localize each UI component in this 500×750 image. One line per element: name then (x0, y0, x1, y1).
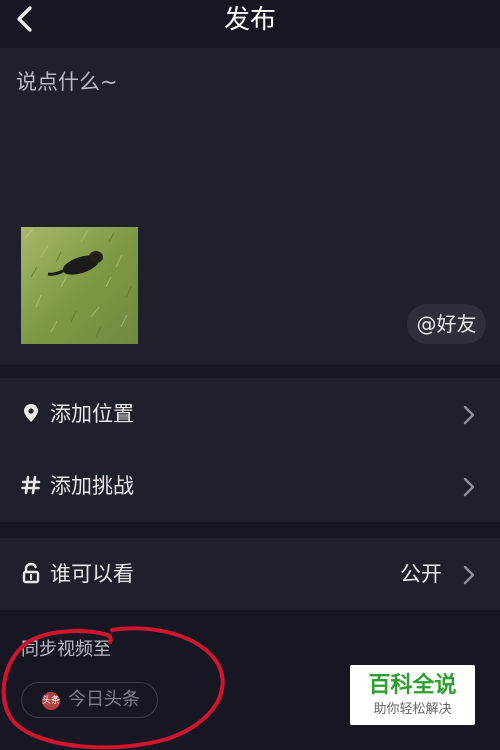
red-circle-annotation (1, 626, 225, 750)
options-group: 添加位置 添加挑战 (0, 378, 500, 522)
watermark-subtitle: 助你轻松解决 (373, 702, 452, 717)
add-challenge-row[interactable]: 添加挑战 (0, 450, 500, 522)
chevron-right-icon (463, 405, 475, 425)
visibility-label: 谁可以看 (50, 562, 134, 586)
publish-screen: 发布 说点什么~ @好友 添加位置 添加挑战 谁可以看 公开 同步视频至 头条 … (0, 0, 500, 750)
visibility-group: 谁可以看 公开 (0, 538, 500, 610)
sync-section-title: 同步视频至 (21, 639, 111, 660)
sync-toutiao-toggle[interactable]: 头条 今日头条 (21, 682, 158, 718)
video-thumbnail[interactable] (21, 227, 138, 344)
add-location-row[interactable]: 添加位置 (0, 378, 500, 450)
unlock-icon (22, 562, 40, 584)
chevron-right-icon (463, 477, 475, 497)
location-pin-icon (24, 404, 38, 422)
sync-toutiao-label: 今日头条 (68, 689, 140, 710)
caption-input[interactable]: 说点什么~ (16, 68, 118, 96)
add-challenge-label: 添加挑战 (50, 474, 134, 498)
visibility-row[interactable]: 谁可以看 公开 (0, 538, 500, 610)
page-title: 发布 (223, 5, 276, 35)
watermark-title: 百科全说 (368, 673, 457, 698)
compose-panel: 说点什么~ @好友 (0, 48, 500, 365)
mention-friends-button[interactable]: @好友 (407, 304, 486, 344)
header-bar: 发布 (0, 0, 500, 44)
toutiao-logo-icon: 头条 (42, 692, 60, 710)
grass-puppy-image (21, 227, 138, 344)
add-location-label: 添加位置 (50, 402, 134, 426)
baike-watermark: 百科全说 助你轻松解决 (350, 665, 475, 725)
visibility-value: 公开 (400, 562, 442, 586)
hashtag-icon (21, 475, 41, 495)
chevron-right-icon (463, 565, 475, 585)
